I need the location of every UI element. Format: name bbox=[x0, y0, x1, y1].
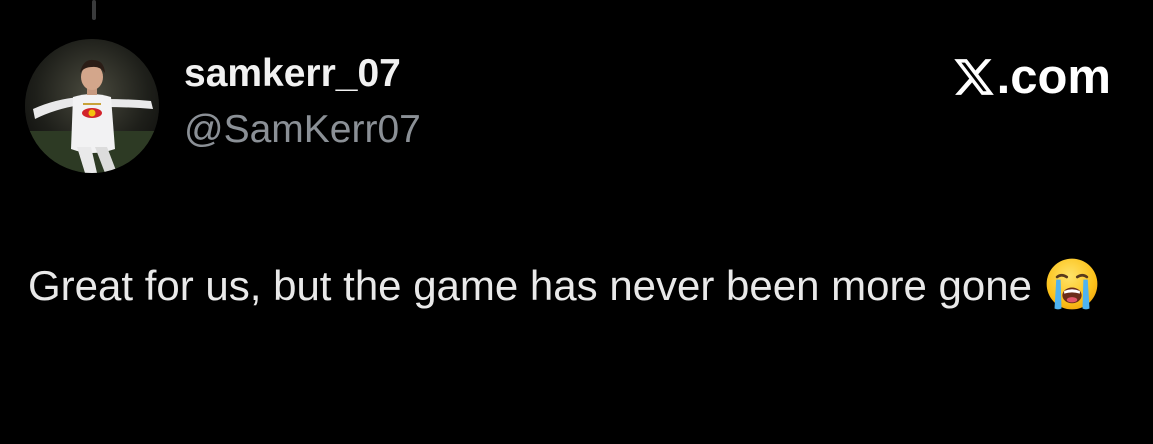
avatar[interactable] bbox=[25, 39, 159, 173]
author-handle[interactable]: @SamKerr07 bbox=[184, 108, 421, 152]
loudly-crying-face-icon bbox=[1046, 258, 1098, 310]
brand-domain-text: .com bbox=[996, 50, 1111, 104]
x-logo-icon bbox=[953, 59, 994, 95]
tweet-body: Great for us, but the game has never bee… bbox=[28, 252, 1128, 320]
x-dot-com-brand: .com bbox=[952, 52, 1111, 102]
tweet-text: Great for us, but the game has never bee… bbox=[28, 262, 1032, 309]
thread-connector-line bbox=[92, 0, 96, 20]
author-display-name[interactable]: samkerr_07 bbox=[184, 52, 401, 96]
avatar-photo bbox=[25, 39, 159, 173]
